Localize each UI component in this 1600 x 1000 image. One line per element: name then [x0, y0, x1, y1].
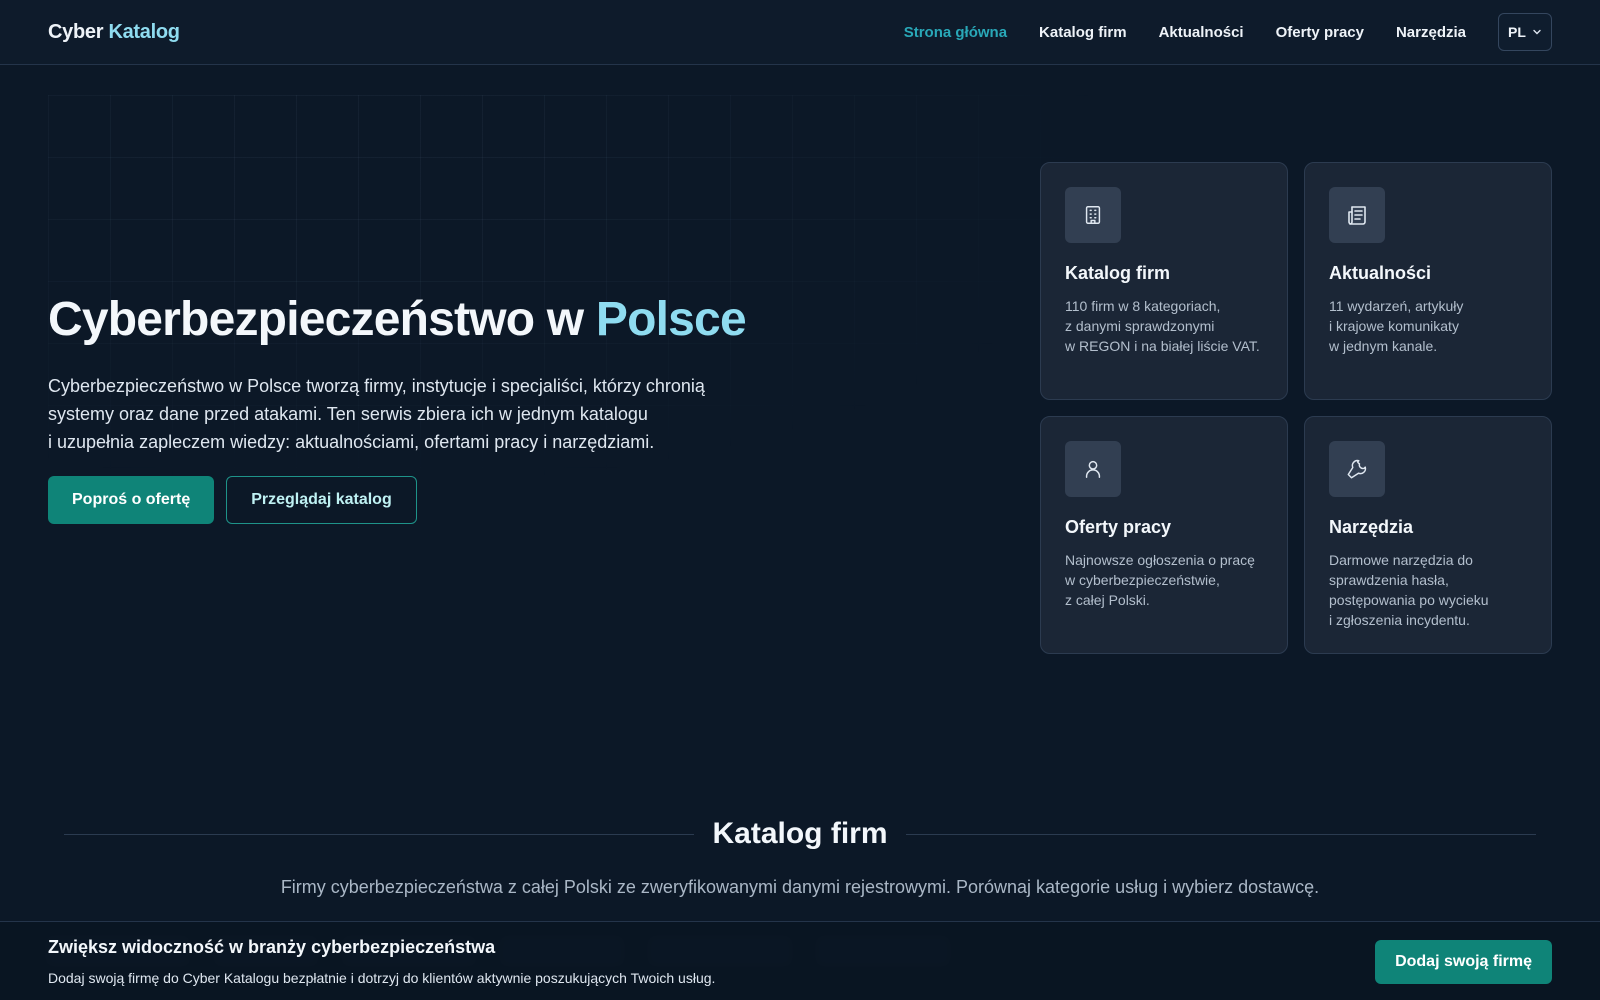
request-offer-button[interactable]: Poproś o ofertę — [48, 476, 215, 524]
card-desc-line: Najnowsze ogłoszenia o pracę — [1065, 552, 1255, 568]
language-select[interactable]: PL — [1498, 13, 1552, 51]
brand-logo[interactable]: Cyber Katalog — [48, 21, 180, 44]
divider — [64, 833, 695, 835]
card-desc-line: w REGON i na białej liście VAT. — [1065, 338, 1260, 354]
hero-description-line: i uzupełnia zapleczem wiedzy: aktualnośc… — [48, 432, 655, 452]
catalog-section-title: Katalog firm — [712, 817, 888, 850]
nav-jobs[interactable]: Oferty pracy — [1276, 24, 1364, 41]
nav-catalog[interactable]: Katalog firm — [1039, 24, 1127, 41]
banner-text: Dodaj swoją firmę do Cyber Katalogu bezp… — [48, 970, 716, 986]
card-news[interactable]: Aktualności 11 wydarzeń, artykuły i kraj… — [1304, 162, 1552, 400]
card-catalog[interactable]: Katalog firm 110 firm w 8 kategoriach, z… — [1040, 162, 1288, 400]
building-icon — [1065, 187, 1121, 243]
card-desc-line: i zgłoszenia incydentu. — [1329, 612, 1470, 628]
hero-title-accent: Polsce — [595, 293, 747, 346]
newspaper-icon — [1329, 187, 1385, 243]
nav-home[interactable]: Strona główna — [904, 24, 1007, 41]
browse-catalog-button[interactable]: Przeglądaj katalog — [226, 476, 417, 524]
card-desc-line: 11 wydarzeń, artykuły — [1329, 298, 1464, 314]
card-title: Oferty pracy — [1065, 517, 1172, 537]
page: Cyber Katalog Strona główna Katalog firm… — [0, 0, 1600, 1000]
card-desc-line: w jednym kanale. — [1329, 338, 1438, 354]
divider — [905, 833, 1536, 835]
nav-news[interactable]: Aktualności — [1159, 24, 1244, 41]
card-jobs[interactable]: Oferty pracy Najnowsze ogłoszenia o prac… — [1040, 416, 1288, 654]
card-tools[interactable]: Narzędzia Darmowe narzędzia do sprawdzen… — [1304, 416, 1552, 654]
user-icon — [1065, 441, 1121, 497]
hero-description-line: Cyberbezpieczeństwo w Polsce tworzą firm… — [48, 376, 705, 396]
card-desc-line: 110 firm w 8 kategoriach, — [1065, 298, 1221, 314]
add-company-button[interactable]: Dodaj swoją firmę — [1375, 940, 1552, 984]
nav-tools[interactable]: Narzędzia — [1396, 24, 1466, 41]
card-desc-line: w cyberbezpieczeństwie, — [1065, 572, 1220, 588]
card-desc-line: z danymi sprawdzonymi — [1065, 318, 1215, 334]
language-label: PL — [1508, 24, 1526, 40]
brand-part-1: Cyber — [48, 20, 104, 43]
catalog-section-subtitle: Firmy cyberbezpieczeństwa z całej Polski… — [280, 877, 1320, 897]
card-description: 110 firm w 8 kategoriach, z danymi spraw… — [1065, 296, 1263, 356]
feature-cards: Katalog firm 110 firm w 8 kategoriach, z… — [1040, 162, 1552, 654]
card-description: Darmowe narzędzia do sprawdzenia hasła, … — [1329, 550, 1527, 630]
brand-part-2: Katalog — [108, 20, 180, 43]
card-desc-line: i krajowe komunikaty — [1329, 318, 1459, 334]
hero-description: Cyberbezpieczeństwo w Polsce tworzą firm… — [48, 372, 748, 456]
promo-banner: Zwiększ widoczność w branży cyberbezpiec… — [0, 921, 1600, 1000]
card-desc-line: sprawdzenia hasła, — [1329, 572, 1449, 588]
card-description: Najnowsze ogłoszenia o pracę w cyberbezp… — [1065, 550, 1263, 610]
chevron-down-icon — [1533, 29, 1541, 35]
card-description: 11 wydarzeń, artykuły i krajowe komunika… — [1329, 296, 1527, 356]
hero-title: Cyberbezpieczeństwo w Polsce — [48, 292, 747, 347]
hero-title-main: Cyberbezpieczeństwo w — [48, 293, 596, 346]
card-title: Katalog firm — [1065, 263, 1171, 283]
card-title: Narzędzia — [1329, 517, 1414, 537]
card-title: Aktualności — [1329, 263, 1432, 283]
banner-title: Zwiększ widoczność w branży cyberbezpiec… — [48, 937, 496, 957]
hero-buttons: Poproś o ofertę Przeglądaj katalog — [48, 476, 417, 524]
catalog-section-header: Katalog firm — [64, 812, 1536, 856]
card-desc-line: Darmowe narzędzia do — [1329, 552, 1473, 568]
hero-description-line: systemy oraz dane przed atakami. Ten ser… — [48, 404, 648, 424]
card-desc-line: postępowania po wycieku — [1329, 592, 1489, 608]
wrench-icon — [1329, 441, 1385, 497]
card-desc-line: z całej Polski. — [1065, 592, 1150, 608]
main-nav: Strona główna Katalog firm Aktualności O… — [872, 13, 1552, 51]
navbar: Cyber Katalog Strona główna Katalog firm… — [0, 0, 1600, 65]
